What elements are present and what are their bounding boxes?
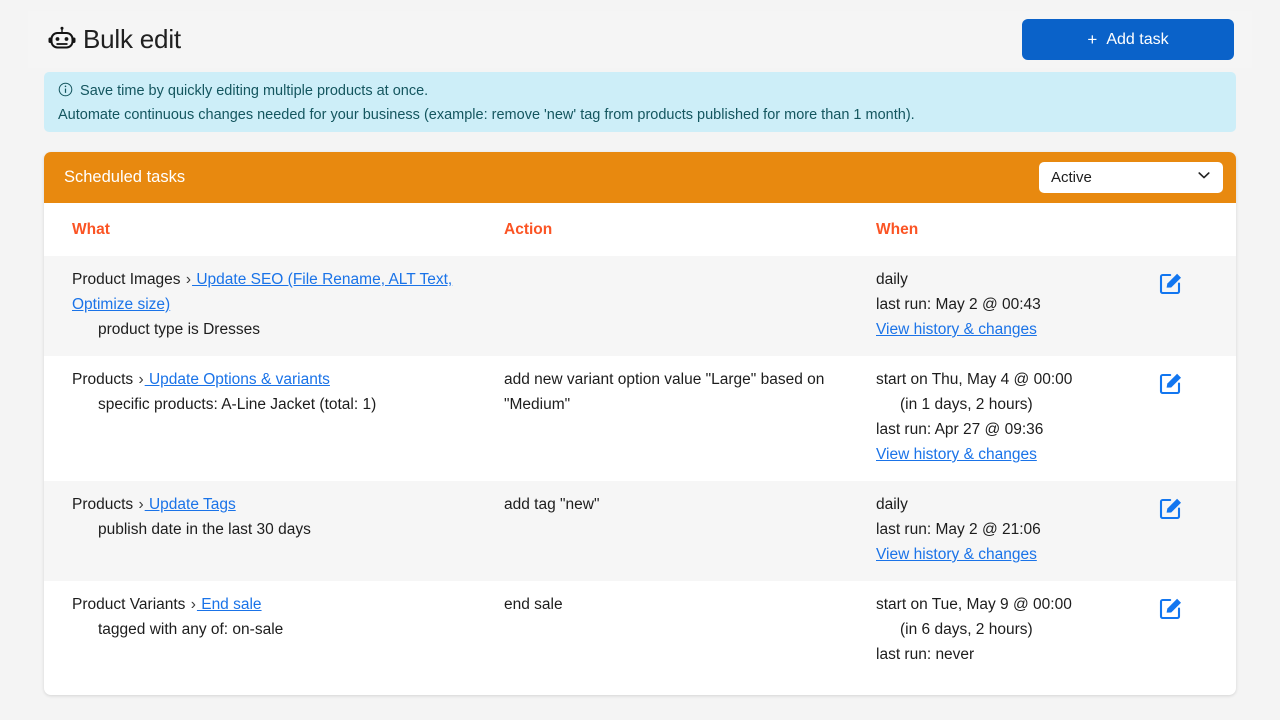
schedule-line: last run: May 2 @ 00:43 — [876, 292, 1148, 317]
status-filter-value: Active — [1051, 169, 1092, 186]
edit-task-button[interactable] — [1158, 370, 1184, 396]
view-history-link[interactable]: View history & changes — [876, 317, 1148, 342]
schedule-line: daily — [876, 492, 1148, 517]
scheduled-tasks-title: Scheduled tasks — [64, 168, 185, 187]
cell-what: Products › Update Tags publish date in th… — [44, 481, 504, 581]
column-header-action: Action — [504, 203, 876, 256]
table-row: Product Images › Update SEO (File Rename… — [44, 256, 1236, 356]
table-body: Product Images › Update SEO (File Rename… — [44, 256, 1236, 681]
add-task-label: Add task — [1106, 31, 1168, 49]
task-scope-label: Product Images — [72, 271, 185, 288]
add-task-button[interactable]: + Add task — [1022, 19, 1234, 60]
table-row: Products › Update Tags publish date in th… — [44, 481, 1236, 581]
schedule-line: start on Tue, May 9 @ 00:00 — [876, 592, 1148, 617]
edit-task-button[interactable] — [1158, 495, 1184, 521]
schedule-line: last run: never — [876, 642, 1148, 667]
cell-when: start on Tue, May 9 @ 00:00(in 6 days, 2… — [876, 581, 1158, 681]
info-banner: Save time by quickly editing multiple pr… — [44, 72, 1236, 132]
chevron-right-icon: › — [137, 371, 144, 388]
table-header-row: What Action When — [44, 203, 1236, 256]
task-type-link[interactable]: Update Tags — [145, 496, 236, 513]
column-header-what: What — [44, 203, 504, 256]
schedule-line: (in 1 days, 2 hours) — [876, 392, 1148, 417]
info-banner-line-1: Save time by quickly editing multiple pr… — [58, 80, 1222, 104]
schedule-line: start on Thu, May 4 @ 00:00 — [876, 367, 1148, 392]
cell-what: Product Variants › End sale tagged with a… — [44, 581, 504, 681]
cell-edit — [1158, 481, 1236, 581]
schedule-line: last run: Apr 27 @ 09:36 — [876, 417, 1148, 442]
page-title-group: Bulk edit — [48, 24, 181, 55]
task-type-link[interactable]: End sale — [197, 596, 262, 613]
task-type-link[interactable]: Update Options & variants — [145, 371, 330, 388]
task-filter-description: tagged with any of: on-sale — [72, 617, 490, 642]
task-scope-label: Products — [72, 496, 137, 513]
table-row: Products › Update Options & variants spec… — [44, 356, 1236, 481]
view-history-link[interactable]: View history & changes — [876, 542, 1148, 567]
edit-pencil-icon — [1158, 609, 1184, 624]
info-circle-icon — [58, 82, 73, 104]
chevron-right-icon: › — [185, 271, 192, 288]
table-row: Product Variants › End sale tagged with a… — [44, 581, 1236, 681]
page-header: Bulk edit + Add task — [28, 11, 1252, 68]
chevron-right-icon: › — [190, 596, 197, 613]
chevron-right-icon: › — [137, 496, 144, 513]
column-header-edit — [1158, 203, 1236, 256]
cell-what: Product Images › Update SEO (File Rename… — [44, 256, 504, 356]
cell-what: Products › Update Options & variants spec… — [44, 356, 504, 481]
cell-when: dailylast run: May 2 @ 00:43View history… — [876, 256, 1158, 356]
task-scope-label: Product Variants — [72, 596, 190, 613]
cell-action — [504, 256, 876, 356]
info-banner-line-2: Automate continuous changes needed for y… — [58, 104, 1222, 126]
task-scope-label: Products — [72, 371, 137, 388]
task-filter-description: specific products: A-Line Jacket (total:… — [72, 392, 490, 417]
edit-pencil-icon — [1158, 384, 1184, 399]
cell-action: add new variant option value "Large" bas… — [504, 356, 876, 481]
schedule-line: last run: May 2 @ 21:06 — [876, 517, 1148, 542]
schedule-line: daily — [876, 267, 1148, 292]
cell-edit — [1158, 356, 1236, 481]
bulk-edit-page: Bulk edit + Add task Save time by quickl… — [0, 0, 1280, 720]
info-banner-text-1: Save time by quickly editing multiple pr… — [80, 83, 428, 99]
edit-task-button[interactable] — [1158, 595, 1184, 621]
view-history-link[interactable]: View history & changes — [876, 442, 1148, 467]
edit-task-button[interactable] — [1158, 270, 1184, 296]
edit-pencil-icon — [1158, 284, 1184, 299]
task-filter-description: publish date in the last 30 days — [72, 517, 490, 542]
page-title: Bulk edit — [83, 24, 181, 55]
edit-pencil-icon — [1158, 509, 1184, 524]
plus-icon: + — [1087, 31, 1097, 48]
column-header-when: When — [876, 203, 1158, 256]
chevron-down-icon — [1196, 167, 1212, 188]
cell-when: start on Thu, May 4 @ 00:00(in 1 days, 2… — [876, 356, 1158, 481]
schedule-line: (in 6 days, 2 hours) — [876, 617, 1148, 642]
scheduled-tasks-card: Scheduled tasks Active What Action When — [44, 152, 1236, 695]
task-filter-description: product type is Dresses — [72, 317, 490, 342]
cell-edit — [1158, 256, 1236, 356]
cell-action: add tag "new" — [504, 481, 876, 581]
status-filter-select[interactable]: Active — [1039, 162, 1223, 193]
cell-edit — [1158, 581, 1236, 681]
robot-icon — [48, 26, 76, 54]
scheduled-tasks-table: What Action When Product Images › Update… — [44, 203, 1236, 681]
table-header: What Action When — [44, 203, 1236, 256]
scheduled-tasks-header: Scheduled tasks Active — [44, 152, 1236, 203]
cell-when: dailylast run: May 2 @ 21:06View history… — [876, 481, 1158, 581]
cell-action: end sale — [504, 581, 876, 681]
